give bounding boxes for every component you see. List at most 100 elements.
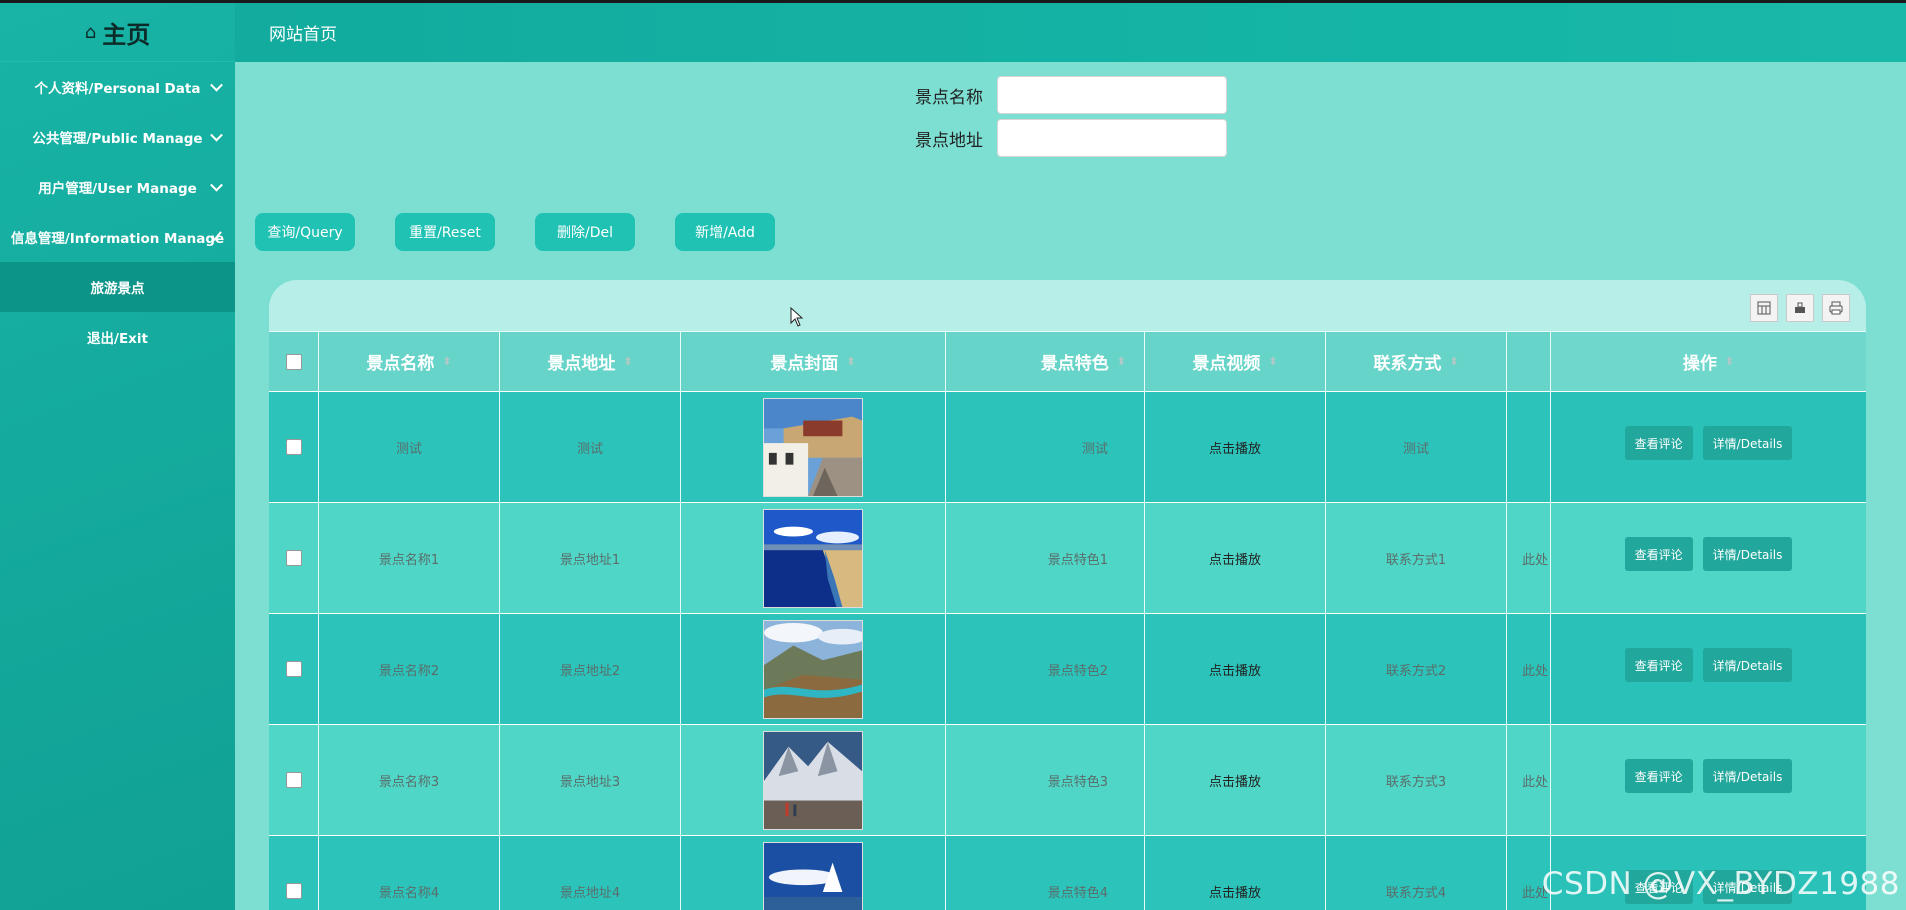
data-table: 景点名称 ⬍ 景点地址 ⬍ 景点封面 ⬍ 景点特色 ⬍ 景点视频 ⬍ 联系方式 ⬍ 操作 ⬍ … bbox=[269, 331, 1866, 910]
header-address[interactable]: 景点地址 ⬍ bbox=[499, 332, 680, 391]
view-comments-button[interactable]: 查看评论 bbox=[1624, 759, 1693, 793]
search-address-label: 景点地址 bbox=[915, 130, 983, 151]
view-comments-button[interactable]: 查看评论 bbox=[1624, 537, 1693, 571]
sidebar-item-scenic-spots[interactable]: 旅游景点 bbox=[0, 262, 235, 312]
details-button[interactable]: 详情/Details bbox=[1702, 537, 1793, 571]
chevron-down-icon bbox=[210, 178, 223, 192]
table-row: 测试 测试 测试 点击播放 测试 查看评论 详情/Details bbox=[269, 391, 1866, 502]
header-name[interactable]: 景点名称 ⬍ bbox=[318, 332, 499, 391]
cell-extra: 此处 bbox=[1506, 725, 1550, 835]
cell-feature: 景点特色3 bbox=[945, 725, 1144, 835]
chevron-down-icon bbox=[210, 78, 223, 92]
cell-cover bbox=[680, 503, 945, 613]
table-panel: 景点名称 ⬍ 景点地址 ⬍ 景点封面 ⬍ 景点特色 ⬍ 景点视频 ⬍ 联系方式 ⬍ 操作 ⬍ … bbox=[269, 280, 1866, 910]
cover-image-palace[interactable] bbox=[763, 397, 863, 497]
search-name-label: 景点名称 bbox=[915, 87, 983, 108]
header-contact[interactable]: 联系方式 ⬍ bbox=[1325, 332, 1506, 391]
row-checkbox[interactable] bbox=[285, 661, 302, 677]
select-all-checkbox[interactable] bbox=[285, 353, 302, 370]
cell-name: 景点名称3 bbox=[318, 725, 499, 835]
cell-actions: 查看评论 详情/Details bbox=[1550, 503, 1866, 613]
sidebar-item-label: 旅游景点 bbox=[90, 281, 145, 297]
cell-contact: 联系方式1 bbox=[1325, 503, 1506, 613]
sidebar: ⌂ 主页 个人资料/Personal Data 公共管理/Public Mana… bbox=[0, 3, 235, 910]
row-checkbox[interactable] bbox=[285, 439, 302, 455]
cell-address: 测试 bbox=[499, 392, 680, 502]
details-button[interactable]: 详情/Details bbox=[1702, 426, 1793, 460]
header-extra bbox=[1506, 332, 1550, 391]
play-video-link[interactable]: 点击播放 bbox=[1144, 614, 1325, 724]
cell-name: 景点名称1 bbox=[318, 503, 499, 613]
sidebar-item-public-manage[interactable]: 公共管理/Public Manage bbox=[0, 112, 235, 162]
table-row: 景点名称2 景点地址2 景点特色2 点击播放 联系方式2 此处 查看评论 详情/… bbox=[269, 613, 1866, 724]
reset-button[interactable]: 重置/Reset bbox=[395, 213, 495, 251]
cover-image-sky[interactable] bbox=[763, 841, 863, 910]
cell-address: 景点地址4 bbox=[499, 836, 680, 910]
header-cover[interactable]: 景点封面 ⬍ bbox=[680, 332, 945, 391]
header-select-all bbox=[269, 332, 318, 391]
sidebar-item-label: 个人资料/Personal Data bbox=[34, 81, 201, 97]
sort-icon: ⬍ bbox=[1724, 355, 1735, 368]
cover-image-snow-mountain[interactable] bbox=[763, 730, 863, 830]
table-row: 景点名称1 景点地址1 景点特色1 点击播放 联系方式1 此处 查看评论 详情/… bbox=[269, 502, 1866, 613]
sidebar-item-label: 退出/Exit bbox=[87, 331, 148, 347]
chevron-down-icon bbox=[210, 128, 223, 142]
cell-contact: 联系方式2 bbox=[1325, 614, 1506, 724]
logo-text: 主页 bbox=[102, 20, 151, 49]
header-actions[interactable]: 操作 ⬍ bbox=[1550, 332, 1866, 391]
cell-feature: 景点特色2 bbox=[945, 614, 1144, 724]
header-feature[interactable]: 景点特色 ⬍ bbox=[945, 332, 1144, 391]
cell-feature: 景点特色4 bbox=[945, 836, 1144, 910]
row-checkbox[interactable] bbox=[285, 883, 302, 899]
cell-name: 测试 bbox=[318, 392, 499, 502]
sidebar-item-label: 公共管理/Public Manage bbox=[32, 131, 203, 147]
view-comments-button[interactable]: 查看评论 bbox=[1624, 426, 1693, 460]
sidebar-item-information-manage[interactable]: 信息管理/Information Manage bbox=[0, 212, 235, 262]
window-top-border bbox=[0, 0, 1906, 3]
cell-cover bbox=[680, 836, 945, 910]
play-video-link[interactable]: 点击播放 bbox=[1144, 503, 1325, 613]
cell-cover bbox=[680, 392, 945, 502]
query-button[interactable]: 查询/Query bbox=[255, 213, 355, 251]
play-video-link[interactable]: 点击播放 bbox=[1144, 392, 1325, 502]
cell-name: 景点名称4 bbox=[318, 836, 499, 910]
header-video[interactable]: 景点视频 ⬍ bbox=[1144, 332, 1325, 391]
export-icon[interactable] bbox=[1786, 294, 1814, 322]
cell-contact: 联系方式3 bbox=[1325, 725, 1506, 835]
cover-image-valley[interactable] bbox=[763, 619, 863, 719]
row-checkbox[interactable] bbox=[285, 772, 302, 788]
table-row: 景点名称3 景点地址3 景点特色3 点击播放 联系方式3 此处 查看评论 详情/… bbox=[269, 724, 1866, 835]
sidebar-item-user-manage[interactable]: 用户管理/User Manage bbox=[0, 162, 235, 212]
cell-feature: 测试 bbox=[945, 392, 1144, 502]
mouse-cursor-icon bbox=[790, 307, 804, 327]
cell-extra: 此处 bbox=[1506, 614, 1550, 724]
sort-icon: ⬍ bbox=[846, 355, 856, 368]
cell-actions: 查看评论 详情/Details bbox=[1550, 392, 1866, 502]
search-address-input[interactable] bbox=[997, 119, 1227, 157]
view-comments-button[interactable]: 查看评论 bbox=[1624, 648, 1693, 682]
sidebar-item-label: 信息管理/Information Manage bbox=[10, 231, 225, 247]
cell-extra bbox=[1506, 392, 1550, 502]
search-name-row: 景点名称 bbox=[903, 76, 1227, 114]
home-logo[interactable]: ⌂ 主页 bbox=[0, 3, 235, 62]
details-button[interactable]: 详情/Details bbox=[1702, 648, 1793, 682]
columns-icon[interactable] bbox=[1750, 294, 1778, 322]
header-title[interactable]: 网站首页 bbox=[269, 20, 337, 45]
sidebar-item-personal-data[interactable]: 个人资料/Personal Data bbox=[0, 62, 235, 112]
print-icon[interactable] bbox=[1822, 294, 1850, 322]
details-button[interactable]: 详情/Details bbox=[1702, 759, 1793, 793]
row-checkbox[interactable] bbox=[285, 550, 302, 566]
cover-image-lake[interactable] bbox=[763, 508, 863, 608]
play-video-link[interactable]: 点击播放 bbox=[1144, 836, 1325, 910]
sidebar-item-exit[interactable]: 退出/Exit bbox=[0, 312, 235, 362]
delete-button[interactable]: 删除/Del bbox=[535, 213, 635, 251]
play-video-link[interactable]: 点击播放 bbox=[1144, 725, 1325, 835]
sort-icon: ⬍ bbox=[1116, 355, 1126, 368]
sort-icon: ⬍ bbox=[1268, 355, 1278, 368]
cell-contact: 测试 bbox=[1325, 392, 1506, 502]
search-name-input[interactable] bbox=[997, 76, 1227, 114]
cell-actions: 查看评论 详情/Details bbox=[1550, 614, 1866, 724]
cell-cover bbox=[680, 725, 945, 835]
add-button[interactable]: 新增/Add bbox=[675, 213, 775, 251]
watermark: CSDN @VX_BYDZ1988 bbox=[1541, 866, 1900, 902]
